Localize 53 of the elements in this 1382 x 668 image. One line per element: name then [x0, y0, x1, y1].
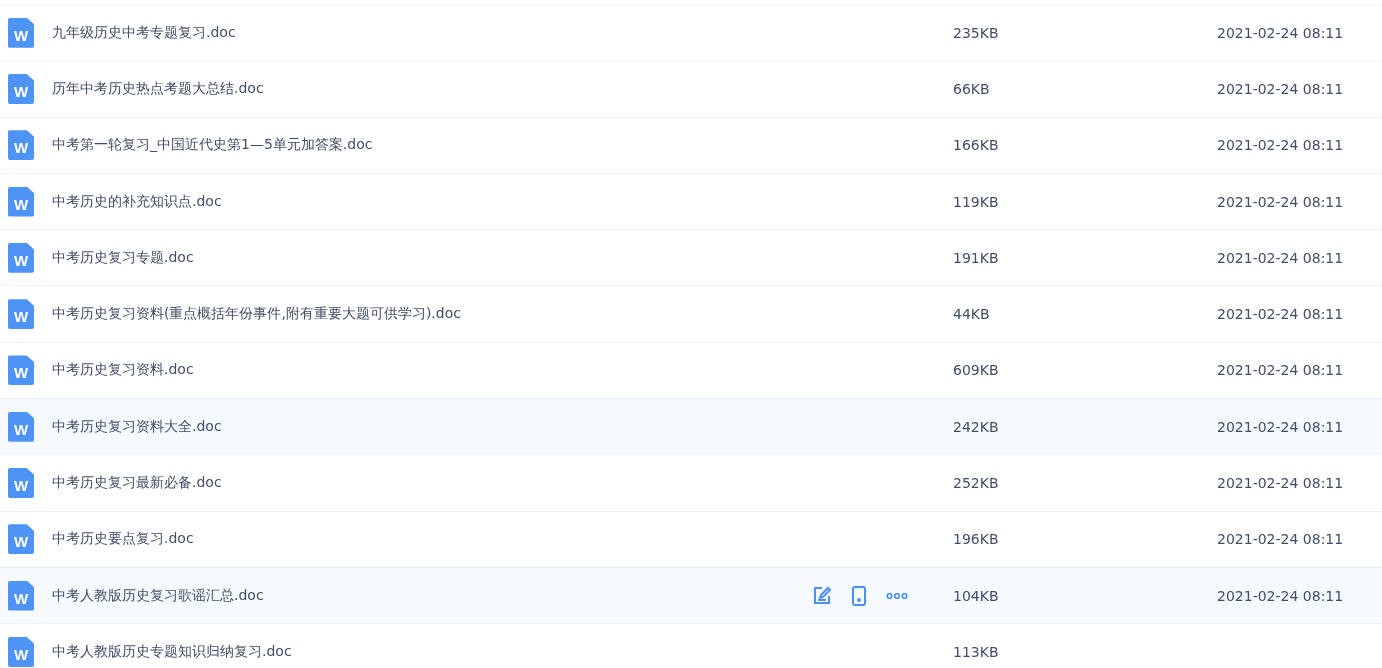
- word-file-icon: W: [8, 130, 34, 161]
- file-size: 242KB: [953, 418, 1000, 435]
- file-size: 66KB: [953, 80, 991, 97]
- file-size: 235KB: [953, 24, 1000, 41]
- phone-icon[interactable]: [852, 585, 866, 606]
- file-name[interactable]: 中考历史复习资料大全.doc: [52, 417, 812, 436]
- modified-date: 2021-02-24 08:11: [1217, 137, 1344, 154]
- file-name[interactable]: 中考历史要点复习.doc: [52, 530, 812, 549]
- file-size: 119KB: [953, 193, 1000, 210]
- word-file-icon: W: [8, 580, 34, 611]
- file-name[interactable]: 中考人教版历史专题知识归纳复习.doc: [52, 642, 812, 661]
- modified-date: 2021-02-24 08:11: [1217, 193, 1344, 210]
- file-row[interactable]: W 中考人教版历史复习歌谣汇总.doc 104KB 2021-02-24 08:11: [0, 566, 1382, 624]
- modified-date: 2021-02-24 08:11: [1217, 531, 1344, 548]
- file-name[interactable]: 中考第一轮复习_中国近代史第1—5单元加答案.doc: [52, 136, 812, 155]
- file-row[interactable]: W 中考人教版历史专题知识归纳复习.doc 113KB: [0, 623, 1382, 668]
- file-size: 113KB: [953, 643, 1000, 660]
- file-size: 609KB: [953, 362, 1000, 379]
- file-name[interactable]: 中考历史复习最新必备.doc: [52, 474, 812, 492]
- file-row[interactable]: W 中考历史复习资料大全.doc 242KB 2021-02-24 08:11: [0, 398, 1382, 455]
- word-file-icon: W: [8, 73, 34, 104]
- file-size: 196KB: [953, 531, 1000, 548]
- file-name[interactable]: 中考历史复习专题.doc: [52, 248, 812, 267]
- file-name[interactable]: 九年级历史中考专题复习.doc: [52, 23, 812, 42]
- word-file-icon: W: [8, 17, 34, 48]
- modified-date: 2021-02-24 08:11: [1217, 475, 1344, 491]
- word-file-icon: W: [8, 299, 34, 330]
- modified-date: 2021-02-24 08:11: [1217, 418, 1344, 435]
- file-size: 252KB: [953, 475, 1000, 491]
- modified-date: 2021-02-24 08:11: [1217, 362, 1344, 379]
- file-name[interactable]: 历年中考历史热点考题大总结.doc: [52, 79, 812, 98]
- word-file-icon: W: [8, 242, 34, 273]
- edit-icon[interactable]: [812, 585, 832, 606]
- file-size: 104KB: [953, 587, 1000, 604]
- word-file-icon: W: [8, 411, 34, 442]
- word-file-icon: W: [8, 186, 34, 217]
- file-name[interactable]: 中考历史的补充知识点.doc: [52, 192, 812, 211]
- modified-date: 2021-02-24 08:11: [1217, 306, 1344, 323]
- file-name[interactable]: 中考人教版历史复习歌谣汇总.doc: [52, 586, 812, 605]
- modified-date: 2021-02-24 08:11: [1217, 80, 1344, 97]
- modified-date: 2021-02-24 08:11: [1217, 24, 1344, 41]
- more-icon[interactable]: [886, 591, 908, 600]
- modified-date: 2021-02-24 08:11: [1217, 587, 1344, 604]
- file-size: 191KB: [953, 249, 1000, 266]
- file-name[interactable]: 中考历史复习资料.doc: [52, 361, 812, 380]
- word-file-icon: W: [8, 468, 34, 498]
- file-name[interactable]: 中考历史复习资料(重点概括年份事件,附有重要大题可供学习).doc: [52, 305, 812, 324]
- file-size: 166KB: [953, 137, 1000, 154]
- word-file-icon: W: [8, 355, 34, 386]
- file-size: 44KB: [953, 306, 991, 323]
- modified-date: 2021-02-24 08:11: [1217, 249, 1344, 266]
- word-file-icon: W: [8, 524, 34, 555]
- word-file-icon: W: [8, 636, 34, 667]
